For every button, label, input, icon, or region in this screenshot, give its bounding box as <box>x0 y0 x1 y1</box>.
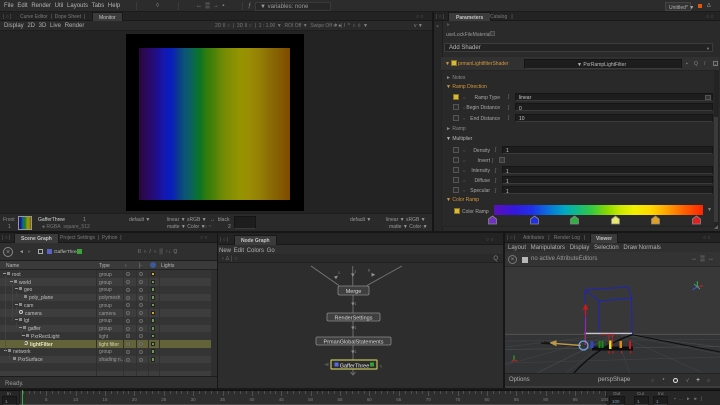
svg-text:1: 1 <box>355 350 357 354</box>
svg-text:1: 1 <box>355 302 357 306</box>
svg-text:Merge: Merge <box>346 289 362 295</box>
svg-text:PrmanGlobalStatements: PrmanGlobalStatements <box>324 339 384 345</box>
svg-text:GafferThree: GafferThree <box>340 363 370 369</box>
svg-text:1: 1 <box>338 271 340 275</box>
svg-text:RenderSettings: RenderSettings <box>335 315 373 321</box>
svg-text:1: 1 <box>355 326 357 330</box>
svg-text:1: 1 <box>354 270 356 274</box>
svg-text:0: 0 <box>368 269 370 273</box>
